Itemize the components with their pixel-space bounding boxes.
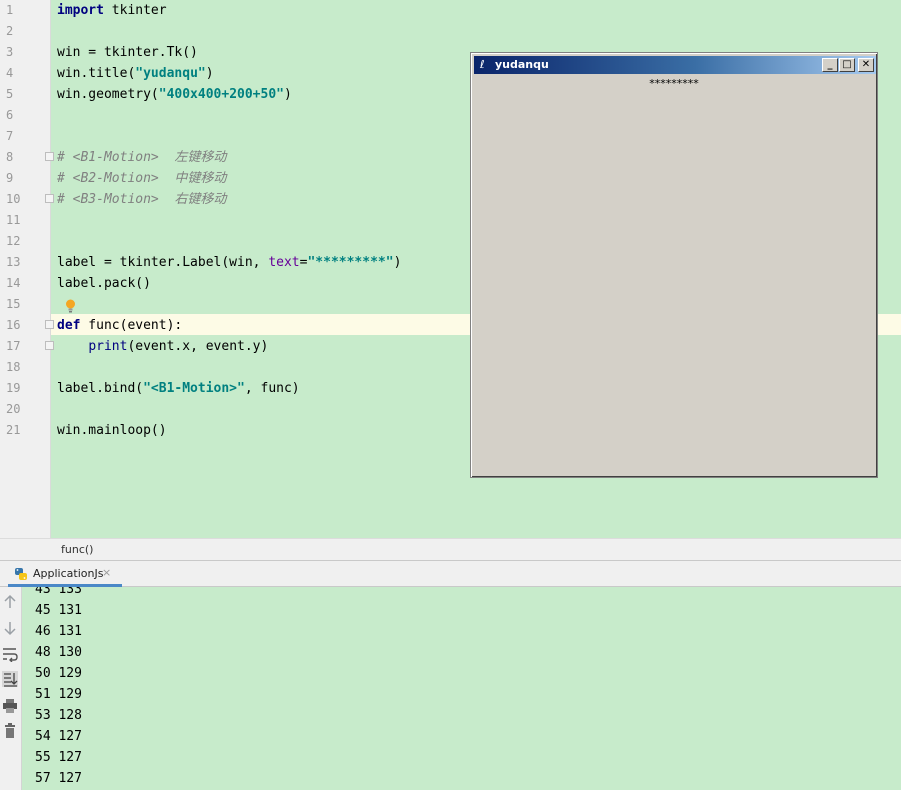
code-text: ) — [205, 66, 214, 81]
code-text: ) — [283, 87, 292, 102]
run-toolstrip — [0, 587, 22, 790]
code-line-3: win = tkinter.Tk() — [57, 45, 198, 60]
keyword: import — [57, 3, 104, 18]
code-line-4: win.title("yudanqu") — [57, 63, 214, 84]
code-line-10: # <B3-Motion> 右键移动 — [57, 192, 227, 207]
run-tab-bar: ApplicationJs × — [0, 560, 901, 587]
named-parameter: text — [268, 255, 300, 270]
code-text: , func) — [244, 381, 300, 396]
line-number: 18 — [6, 360, 21, 374]
console-line: 54 127 — [35, 729, 82, 744]
code-text: win.geometry( — [57, 87, 159, 102]
console-line: 53 128 — [35, 708, 82, 723]
soft-wrap-icon[interactable] — [2, 646, 18, 662]
line-number: 19 — [6, 381, 21, 395]
code-line-5: win.geometry("400x400+200+50") — [57, 84, 292, 105]
console-line: 50 129 — [35, 666, 82, 681]
line-number: 14 — [6, 276, 21, 290]
tk-window-title: yudanqu — [495, 58, 549, 71]
line-number-gutter: 1 2 3 4 5 6 7 8 9 10 11 12 13 14 15 16 1… — [0, 0, 51, 538]
string-literal: "yudanqu" — [135, 66, 206, 81]
tk-feather-icon: ℓ — [480, 58, 485, 71]
arrow-up-icon[interactable] — [2, 594, 18, 610]
line-number: 6 — [6, 108, 14, 122]
code-line-19: label.bind("<B1-Motion>", func) — [57, 378, 300, 399]
code-text: tkinter — [103, 3, 167, 18]
tk-label[interactable]: ********* — [471, 77, 877, 90]
line-number: 1 — [6, 3, 14, 17]
console-line: 43 133 — [35, 587, 82, 597]
close-button[interactable]: ✕ — [858, 58, 874, 72]
code-line-21: win.mainloop() — [57, 423, 167, 438]
line-number: 11 — [6, 213, 21, 227]
print-icon[interactable] — [2, 698, 18, 714]
code-line-9: # <B2-Motion> 中键移动 — [57, 171, 227, 186]
line-number: 16 — [6, 318, 21, 332]
code-text: (event.x, event.y) — [127, 339, 269, 354]
code-text: func(event): — [80, 318, 183, 333]
line-number: 4 — [6, 66, 14, 80]
code-line-17: print(event.x, event.y) — [57, 336, 268, 357]
line-number: 21 — [6, 423, 21, 437]
code-line-16: def func(event): — [57, 315, 182, 336]
arrow-down-icon[interactable] — [2, 620, 18, 636]
line-number: 15 — [6, 297, 21, 311]
console-line: 45 131 — [35, 603, 82, 618]
line-number: 10 — [6, 192, 21, 206]
line-number: 5 — [6, 87, 14, 101]
line-number: 2 — [6, 24, 14, 38]
maximize-button[interactable]: □ — [839, 58, 855, 72]
minimize-button[interactable]: _ — [822, 58, 838, 72]
console-line: 55 127 — [35, 750, 82, 765]
fold-marker-icon[interactable] — [45, 320, 54, 329]
keyword: def — [57, 318, 81, 333]
line-number: 3 — [6, 45, 14, 59]
line-number: 13 — [6, 255, 21, 269]
tk-title-bar[interactable]: ℓ yudanqu _ □ ✕ — [474, 56, 876, 74]
code-line-1: import tkinter — [57, 0, 167, 21]
line-number: 9 — [6, 171, 14, 185]
console-line: 48 130 — [35, 645, 82, 660]
console-line: 57 127 — [35, 771, 82, 786]
line-number: 12 — [6, 234, 21, 248]
breadcrumb: func() — [0, 538, 901, 560]
trash-icon[interactable] — [2, 723, 18, 739]
tk-window[interactable]: ℓ yudanqu _ □ ✕ ********* — [470, 52, 878, 478]
lightbulb-icon[interactable] — [65, 299, 76, 313]
run-tab[interactable]: ApplicationJs × — [8, 561, 122, 587]
code-text: label.bind( — [57, 381, 144, 396]
close-icon[interactable]: × — [102, 566, 111, 579]
string-literal: "400x400+200+50" — [158, 87, 284, 102]
breadcrumb-item[interactable]: func() — [61, 543, 93, 556]
fold-marker-icon[interactable] — [45, 341, 54, 350]
string-literal: "*********" — [307, 255, 394, 270]
code-text: win.title( — [57, 66, 136, 81]
fold-marker-icon[interactable] — [45, 152, 54, 161]
fold-marker-icon[interactable] — [45, 194, 54, 203]
line-number: 7 — [6, 129, 14, 143]
builtin-function: print — [88, 339, 128, 354]
line-number: 17 — [6, 339, 21, 353]
console-output[interactable]: 43 133 45 131 46 131 48 130 50 129 51 12… — [23, 587, 901, 790]
scroll-to-end-icon[interactable] — [2, 671, 18, 687]
code-text: ) — [393, 255, 402, 270]
string-literal: "<B1-Motion>" — [143, 381, 245, 396]
code-line-14: label.pack() — [57, 276, 151, 291]
code-line-8: # <B1-Motion> 左键移动 — [57, 150, 227, 165]
code-text: label = tkinter.Label(win, — [57, 255, 269, 270]
python-icon — [15, 568, 27, 580]
line-number: 8 — [6, 150, 14, 164]
code-line-13: label = tkinter.Label(win, text="*******… — [57, 252, 401, 273]
console-line: 46 131 — [35, 624, 82, 639]
line-number: 20 — [6, 402, 21, 416]
run-tab-label: ApplicationJs — [33, 567, 104, 580]
console-line: 51 129 — [35, 687, 82, 702]
